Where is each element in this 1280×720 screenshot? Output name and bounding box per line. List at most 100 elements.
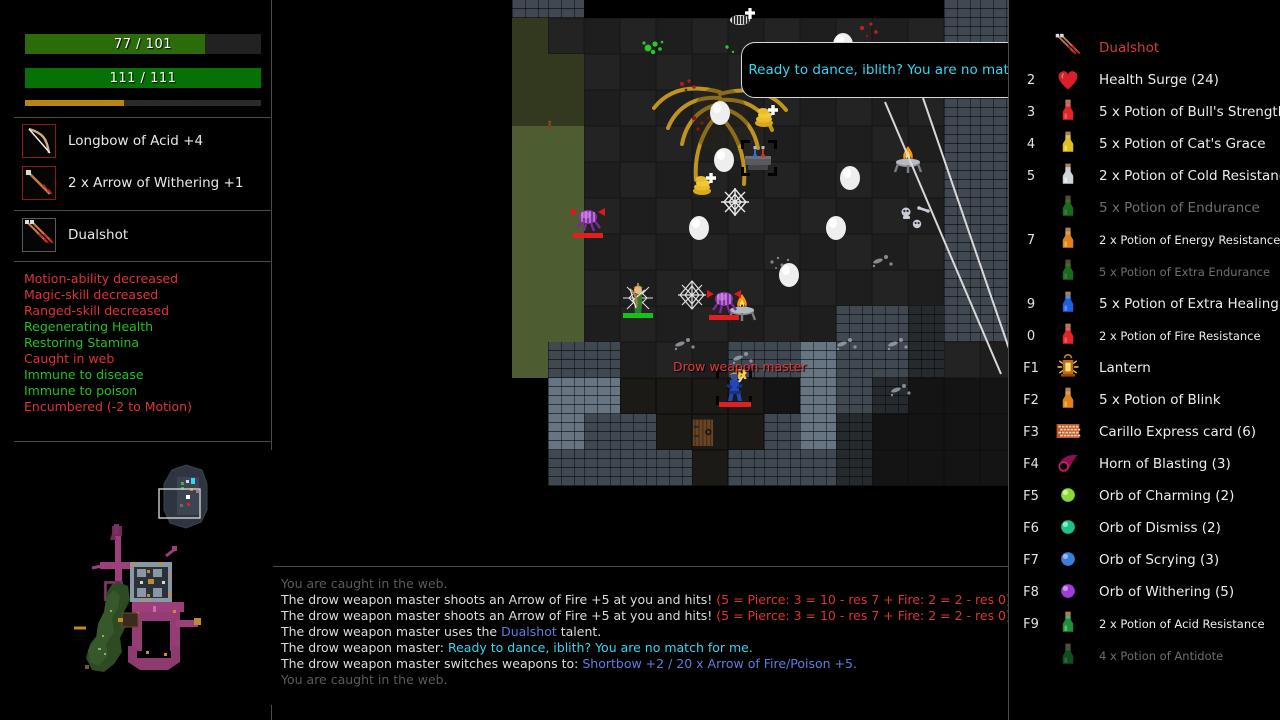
log-segment: Ready to dance, iblith? You are no match…	[447, 640, 753, 655]
status-effect[interactable]: Magic-skill decreased	[24, 287, 264, 303]
equipment-row[interactable]: 2 x Arrow of Withering +1	[22, 165, 243, 201]
map-tile	[584, 414, 620, 450]
map-tile	[512, 306, 548, 342]
log-line: The drow weapon master: Ready to dance, …	[281, 640, 1000, 656]
potion-orange-icon[interactable]	[1053, 385, 1085, 415]
game-map-viewport[interactable]: R Ready to dance, iblith? You are no mat…	[273, 0, 1008, 565]
potion-green-icon[interactable]	[1053, 193, 1085, 223]
hotkey-row[interactable]: F7 Orb of Scrying (3)	[1009, 544, 1280, 576]
potion-yellow-icon[interactable]	[1053, 129, 1085, 159]
left-hud-panel: 77 / 101 111 / 111 Longbow of Acid +4 2 x…	[0, 0, 272, 720]
hotkey-row[interactable]: 3 5 x Potion of Bull's Strength	[1009, 96, 1280, 128]
hotkey-label: Carillo Express card (6)	[1099, 424, 1257, 440]
potion-red-icon[interactable]	[1053, 321, 1085, 351]
lantern-icon[interactable]	[1053, 353, 1085, 383]
status-effect[interactable]: Regenerating Health	[24, 319, 264, 335]
map-tile	[728, 450, 764, 486]
status-effect[interactable]: Caught in web	[24, 351, 264, 367]
map-tile	[584, 342, 620, 378]
log-segment: The drow weapon master shoots an Arrow o…	[281, 592, 717, 607]
potion-blue-icon[interactable]	[1053, 289, 1085, 319]
hotkey-row[interactable]: 2 Health Surge (24)	[1009, 64, 1280, 96]
potion-green2-icon[interactable]	[1053, 609, 1085, 639]
card-icon[interactable]	[1053, 417, 1085, 447]
hotkey-row[interactable]: 5 x Potion of Extra Endurance	[1009, 256, 1280, 288]
hotkey-key: F4	[1023, 456, 1039, 472]
map-tile	[656, 378, 692, 414]
status-effect[interactable]: Encumbered (-2 to Motion)	[24, 399, 264, 415]
potion-red-icon[interactable]	[1053, 97, 1085, 127]
potion-orange-icon[interactable]	[1053, 225, 1085, 255]
map-tile	[944, 450, 980, 486]
heart-icon[interactable]	[1053, 65, 1085, 95]
potion-green2-icon[interactable]	[1053, 641, 1085, 671]
hotkey-row[interactable]: 9 5 x Potion of Extra Healing	[1009, 288, 1280, 320]
hotkey-key: 5	[1026, 168, 1036, 184]
minimap[interactable]	[14, 450, 272, 705]
longbow-icon[interactable]	[22, 124, 56, 158]
map-tile	[656, 450, 692, 486]
status-effect[interactable]: Ranged-skill decreased	[24, 303, 264, 319]
acid-pool	[641, 36, 678, 76]
orb-green-icon[interactable]	[1053, 481, 1085, 511]
speech-text: Ready to dance, iblith? You are no match…	[748, 62, 1008, 78]
map-tile	[908, 450, 944, 486]
hotkey-row[interactable]: F6 Orb of Dismiss (2)	[1009, 512, 1280, 544]
status-effect[interactable]: Restoring Stamina	[24, 335, 264, 351]
hotkey-row[interactable]: 7 2 x Potion of Energy Resistance	[1009, 224, 1280, 256]
hotkey-row[interactable]: F1 Lantern	[1009, 352, 1280, 384]
potion-green-icon[interactable]	[1053, 257, 1085, 287]
hotkey-row[interactable]: F4 Horn of Blasting (3)	[1009, 448, 1280, 480]
message-log[interactable]: You are caught in the web. The drow weapo…	[273, 566, 1011, 720]
map-tile	[548, 414, 584, 450]
hotkey-key: 9	[1026, 296, 1036, 312]
equipment-row[interactable]: Longbow of Acid +4	[22, 123, 203, 159]
map-tile	[836, 450, 872, 486]
map-tile	[692, 450, 728, 486]
horn-icon[interactable]	[1053, 449, 1085, 479]
talent-row[interactable]: Dualshot	[22, 217, 128, 253]
hotkey-row[interactable]: F3 Carillo Express card (6)	[1009, 416, 1280, 448]
status-effect[interactable]: Immune to disease	[24, 367, 264, 383]
hotkey-label: 4 x Potion of Antidote	[1099, 649, 1224, 663]
wooden-door[interactable]	[692, 414, 720, 454]
corpse-item[interactable]	[724, 0, 760, 40]
hotkey-row[interactable]: 0 2 x Potion of Fire Resistance	[1009, 320, 1280, 352]
crate[interactable]	[548, 108, 560, 148]
minimap-svg	[14, 450, 272, 705]
map-tile	[944, 0, 980, 18]
orb-purple-icon[interactable]	[1053, 577, 1085, 607]
map-tile	[548, 378, 584, 414]
hotkey-row[interactable]: 5 2 x Potion of Cold Resistance	[1009, 160, 1280, 192]
hotkey-key: F7	[1023, 552, 1039, 568]
map-tile	[620, 378, 656, 414]
dualshot-icon[interactable]	[22, 218, 56, 252]
map-tile	[512, 270, 548, 306]
map-tile	[548, 450, 584, 486]
arrow-icon[interactable]	[22, 166, 56, 200]
hotkey-row[interactable]: F2 5 x Potion of Blink	[1009, 384, 1280, 416]
map-tile	[584, 18, 620, 54]
hotkey-row[interactable]: F8 Orb of Withering (5)	[1009, 576, 1280, 608]
game-window: 77 / 101 111 / 111 Longbow of Acid +4 2 x…	[0, 0, 1280, 720]
hotkey-row[interactable]: F9 2 x Potion of Acid Resistance	[1009, 608, 1280, 640]
health-bar-label: 77 / 101	[114, 36, 172, 52]
hotkey-key: F9	[1023, 616, 1039, 632]
status-effect[interactable]: Motion-ability decreased	[24, 271, 264, 287]
hotkey-row[interactable]: F5 Orb of Charming (2)	[1009, 480, 1280, 512]
dualshot-icon[interactable]	[1053, 33, 1085, 63]
map-tile	[944, 414, 980, 450]
potion-white-icon[interactable]	[1053, 161, 1085, 191]
hotkey-row[interactable]: Dualshot	[1009, 32, 1280, 64]
orb-teal-icon[interactable]	[1053, 513, 1085, 543]
map-tile	[512, 342, 548, 378]
hotkey-row[interactable]: 4 5 x Potion of Cat's Grace	[1009, 128, 1280, 160]
talent-label: Dualshot	[68, 227, 129, 243]
hotkey-label: 2 x Potion of Energy Resistance	[1099, 233, 1280, 247]
hotkey-row[interactable]: 5 x Potion of Endurance	[1009, 192, 1280, 224]
status-effect[interactable]: Immune to poison	[24, 383, 264, 399]
enemy-speech-bubble: Ready to dance, iblith? You are no match…	[741, 42, 1008, 98]
orb-blue-icon[interactable]	[1053, 545, 1085, 575]
egg-sprite[interactable]	[685, 212, 721, 252]
hotkey-row[interactable]: 4 x Potion of Antidote	[1009, 640, 1280, 672]
